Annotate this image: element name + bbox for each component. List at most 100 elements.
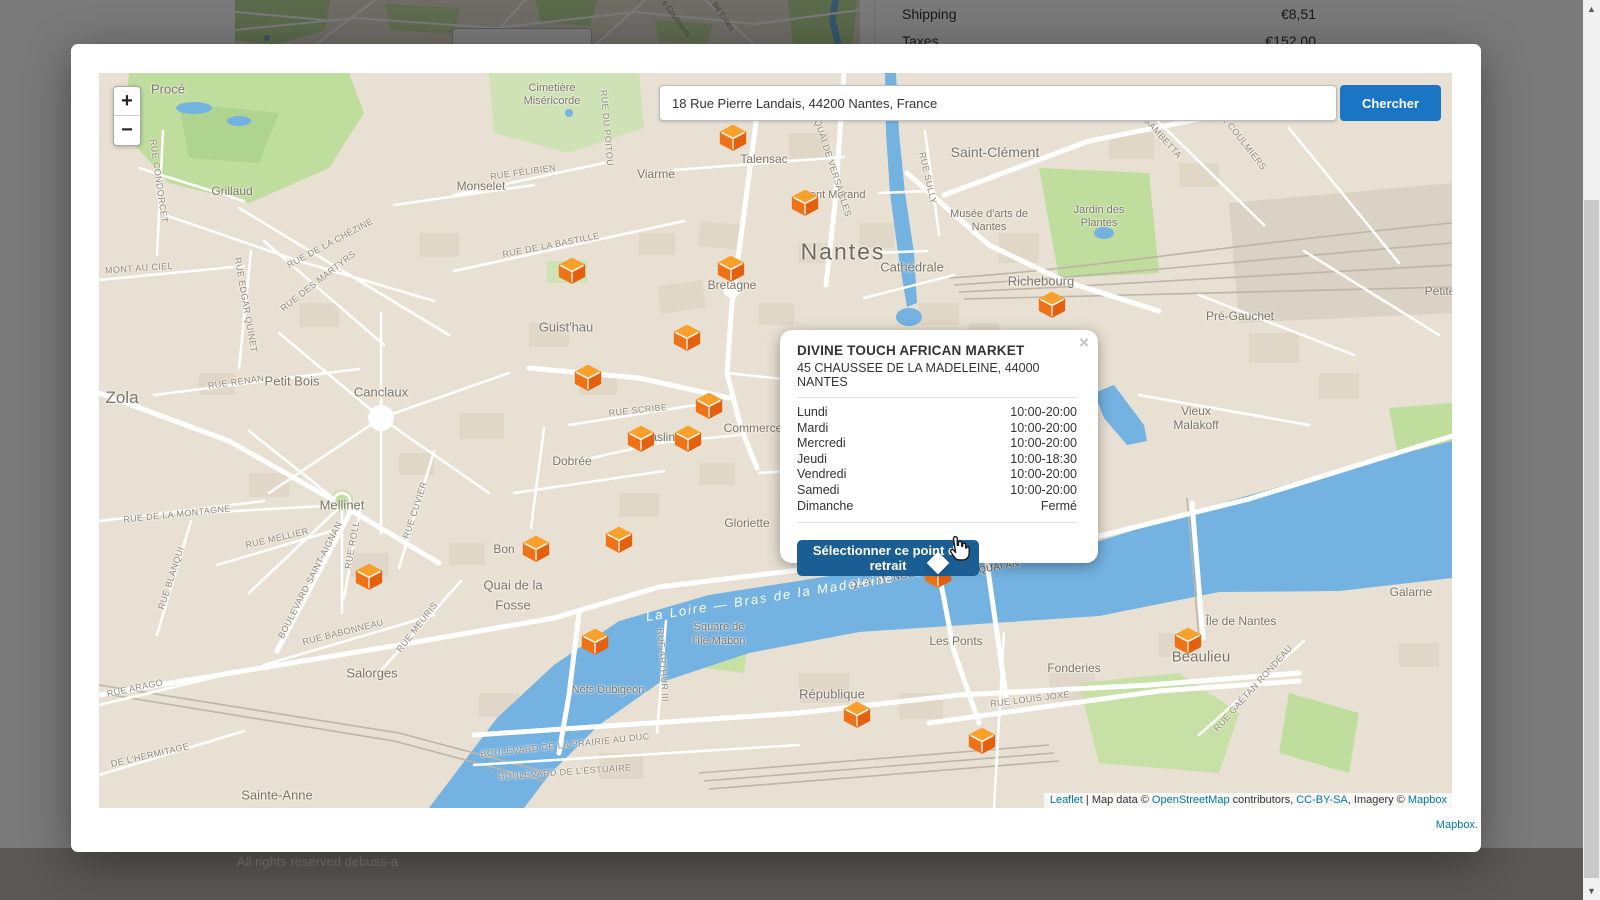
map-label: Nantes <box>971 221 1007 233</box>
map-label: Dobrée <box>552 454 592 468</box>
pickup-marker[interactable] <box>557 257 587 285</box>
day-label: Mardi <box>797 420 829 435</box>
map-label: Gloriette <box>724 516 770 530</box>
pickup-marker[interactable] <box>672 324 702 352</box>
address-search-input[interactable] <box>659 85 1337 121</box>
map-label: Bon <box>493 542 515 556</box>
pickup-marker[interactable] <box>573 364 603 392</box>
day-label: Mercredi <box>797 436 846 451</box>
pickup-marker[interactable] <box>354 563 384 591</box>
map-label: Zola <box>105 388 139 407</box>
hand-cursor <box>944 535 970 563</box>
pickup-marker[interactable] <box>694 392 724 420</box>
store-name: DIVINE TOUCH AFRICAN MARKET <box>797 343 1025 358</box>
map-label: Fonderies <box>1047 661 1101 675</box>
map-label: Nantes <box>800 238 886 265</box>
attribution-text: | Map data © <box>1082 794 1152 806</box>
address-search-bar <box>659 85 1337 121</box>
pickup-marker[interactable] <box>604 526 634 554</box>
popup-divider-top <box>797 397 1077 398</box>
map-label: Pré-Gauchet <box>1205 309 1275 323</box>
map-label: Galarne <box>1389 585 1433 599</box>
pickup-point-modal: Procé Grillaud Monselet Viarme Talensac Pont … <box>71 44 1481 852</box>
pickup-marker[interactable] <box>716 255 746 283</box>
opening-hours-row: Samedi 10:00-20:00 <box>797 483 1077 499</box>
opening-hours-row: Vendredi 10:00-20:00 <box>797 467 1077 483</box>
map-label: Nefs Dubigeon <box>571 684 645 696</box>
map-label: Fosse <box>495 597 531 613</box>
pickup-marker[interactable] <box>626 425 656 453</box>
map-label: Viarme <box>637 167 675 181</box>
time-value: 10:00-20:00 <box>1010 405 1077 419</box>
time-value: 10:00-20:00 <box>1010 467 1077 482</box>
time-value: 10:00-20:00 <box>1010 482 1077 497</box>
map-label: Malakoff <box>1173 418 1219 432</box>
map-label: Commerce <box>723 421 783 435</box>
page-scrollbar[interactable]: ▲ ▼ <box>1583 0 1600 900</box>
map-label: Talensac <box>740 152 788 166</box>
map-label: Cathédrale <box>880 259 944 275</box>
time-value: 10:00-20:00 <box>1010 420 1077 435</box>
pickup-marker[interactable] <box>521 535 551 563</box>
map-label: Petit Bois <box>264 373 320 389</box>
scroll-up-arrow[interactable]: ▲ <box>1583 2 1600 16</box>
leaflet-map[interactable]: Procé Grillaud Monselet Viarme Talensac Pont … <box>99 73 1452 808</box>
pickup-marker[interactable] <box>842 701 872 729</box>
zoom-out-button[interactable]: − <box>114 116 140 145</box>
pickup-marker[interactable] <box>790 189 820 217</box>
popup-divider-bottom <box>797 522 1077 524</box>
opening-hours-row: Mercredi 10:00-20:00 <box>797 436 1077 452</box>
pickup-marker[interactable] <box>1173 627 1203 655</box>
map-label: Sainte-Anne <box>241 787 313 803</box>
day-label: Dimanche <box>797 498 854 513</box>
map-zoom-control: + − <box>113 86 141 146</box>
time-value: 10:00-20:00 <box>1010 436 1077 451</box>
attribution-text: , Imagery © <box>1347 794 1408 806</box>
map-label: Saint-Clément <box>950 144 1040 160</box>
map-label: Guist'hau <box>538 319 594 335</box>
zoom-in-button[interactable]: + <box>114 87 140 116</box>
map-label: Petite <box>1424 284 1452 298</box>
search-button[interactable]: Chercher <box>1340 85 1441 121</box>
map-attribution: Leaflet | Map data © OpenStreetMap contr… <box>1043 793 1452 808</box>
map-label: Île de Nantes <box>1205 614 1277 628</box>
opening-hours-row: Jeudi 10:00-18:30 <box>797 452 1077 468</box>
opening-hours-row: Lundi 10:00-20:00 <box>797 405 1077 421</box>
map-label: Musée d'arts de <box>950 208 1028 220</box>
attribution-link[interactable]: Leaflet <box>1050 794 1083 806</box>
opening-hours-row: Mardi 10:00-20:00 <box>797 421 1077 437</box>
popup-close-icon[interactable]: × <box>1079 334 1089 351</box>
attribution-link[interactable]: Mapbox <box>1408 794 1447 806</box>
scrollbar-thumb[interactable] <box>1584 200 1599 878</box>
attribution-link[interactable]: OpenStreetMap <box>1152 794 1230 806</box>
scroll-down-arrow[interactable]: ▼ <box>1583 884 1600 898</box>
day-label: Vendredi <box>797 467 847 482</box>
map-label: Procé <box>151 81 185 97</box>
day-label: Jeudi <box>797 451 827 466</box>
pickup-marker[interactable] <box>1037 291 1067 319</box>
pickup-marker[interactable] <box>718 124 748 152</box>
map-label: Plantes <box>1080 217 1118 229</box>
pickup-marker[interactable] <box>673 425 703 453</box>
attribution-link[interactable]: CC-BY-SA <box>1296 794 1348 806</box>
map-label: Grillaud <box>211 184 253 198</box>
map-label: Vieux <box>1181 404 1211 418</box>
map-label: Quai de la <box>483 577 543 593</box>
map-label: Salorges <box>346 665 398 681</box>
map-label: Mellinet <box>319 497 365 513</box>
pickup-point-popup: × DIVINE TOUCH AFRICAN MARKET 45 CHAUSSE… <box>780 330 1098 577</box>
map-label: Jardin des <box>1073 204 1125 216</box>
map-label: Richebourg <box>1007 273 1075 289</box>
map-label: l'Île Mabon <box>692 635 746 647</box>
time-value: Fermé <box>1040 498 1077 513</box>
map-label: Square de <box>693 621 745 633</box>
map-label: Canclaux <box>353 384 409 400</box>
mapbox-attribution-note[interactable]: Mapbox. <box>1436 819 1478 831</box>
pickup-marker[interactable] <box>967 727 997 755</box>
opening-hours-list: Lundi 10:00-20:00 Mardi 10:00-20:00 Mercredi… <box>797 405 1077 514</box>
day-label: Samedi <box>797 482 840 497</box>
pickup-marker[interactable] <box>580 628 610 656</box>
opening-hours-row: Dimanche Fermé <box>797 499 1077 515</box>
map-label: République <box>799 686 865 702</box>
attribution-text: contributors, <box>1229 794 1297 806</box>
